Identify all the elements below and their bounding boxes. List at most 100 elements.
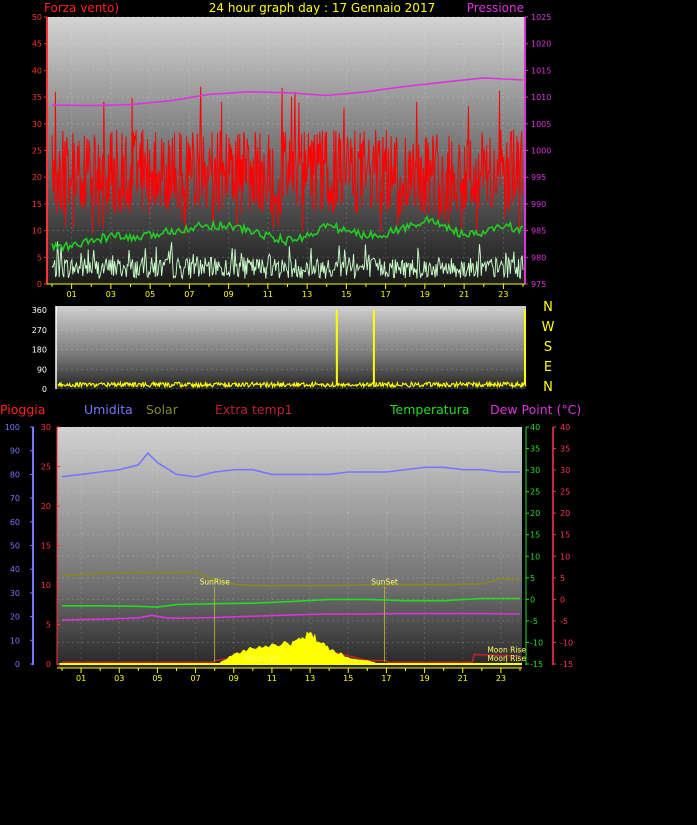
x-tick-label: 11 — [263, 290, 273, 299]
pressure-tick-label: 975 — [531, 280, 546, 289]
x-tick-label: 05 — [145, 290, 155, 299]
temperature-tick-label: -10 — [530, 638, 543, 647]
dew-tick-label: 0 — [560, 595, 565, 604]
x-tick-label: 09 — [224, 290, 234, 299]
legend-temperatura: Temperatura — [389, 402, 469, 417]
pressure-tick-label: 985 — [531, 227, 546, 236]
x-tick-label: 17 — [381, 290, 391, 299]
dew-tick-label: -5 — [560, 617, 568, 626]
wind-pressure-panel: 0510152025303540455097598098599099510001… — [32, 1, 552, 299]
dew-tick-label: -10 — [560, 638, 573, 647]
wind-tick-label: 10 — [32, 227, 42, 236]
temperature-tick-label: 15 — [530, 531, 540, 540]
humidity-tick-label: 80 — [10, 470, 20, 479]
humidity-tick-label: 50 — [10, 542, 20, 551]
wind-tick-label: 0 — [37, 280, 42, 289]
direction-tick-label: 0 — [42, 385, 47, 394]
wind-axis-label: Forza vento) — [44, 1, 119, 15]
temperature-tick-label: -15 — [530, 660, 543, 669]
humidity-tick-label: 70 — [10, 494, 20, 503]
annotation-label: SunRise — [200, 577, 230, 586]
humidity-tick-label: 30 — [10, 589, 20, 598]
wind-tick-label: 50 — [32, 13, 42, 22]
pressure-tick-label: 980 — [531, 253, 546, 262]
rain-tick-label: 15 — [41, 542, 51, 551]
x-tick-label: 01 — [67, 290, 77, 299]
wind-direction-plot-bg — [56, 306, 526, 389]
compass-label: W — [542, 320, 555, 335]
pressure-tick-label: 1000 — [531, 147, 551, 156]
compass-label: S — [544, 340, 552, 355]
temperature-tick-label: 0 — [530, 595, 535, 604]
x-tick-label: 03 — [106, 290, 116, 299]
dew-tick-label: 15 — [560, 531, 570, 540]
x-tick-label: 03 — [114, 674, 124, 683]
dew-tick-label: 30 — [560, 466, 570, 475]
compass-label: N — [543, 300, 553, 315]
x-tick-label: 13 — [305, 674, 315, 683]
rain-tick-label: 5 — [46, 621, 51, 630]
legend: Pioggia Umidita Solar Extra temp1 Temper… — [0, 402, 581, 417]
x-tick-label: 19 — [420, 290, 430, 299]
rain-tick-label: 25 — [41, 463, 51, 472]
humidity-tick-label: 90 — [10, 447, 20, 456]
temperature-humidity-panel: Pioggia Umidita Solar Extra temp1 Temper… — [0, 402, 581, 683]
humidity-tick-label: 20 — [10, 613, 20, 622]
annotation-label: SunSet — [371, 577, 398, 586]
dew-tick-label: 5 — [560, 574, 565, 583]
wind-tick-label: 20 — [32, 173, 42, 182]
legend-pioggia: Pioggia — [0, 402, 45, 417]
wind-tick-label: 45 — [32, 40, 42, 49]
dew-tick-label: 25 — [560, 488, 570, 497]
pressure-tick-label: 1020 — [531, 40, 551, 49]
wind-tick-label: 15 — [32, 200, 42, 209]
x-tick-label: 01 — [76, 674, 86, 683]
temperature-tick-label: 30 — [530, 466, 540, 475]
dew-tick-label: 10 — [560, 552, 570, 561]
direction-tick-label: 180 — [32, 346, 47, 355]
temperature-tick-label: 40 — [530, 423, 540, 432]
annotation-label: Moon Set — [245, 654, 280, 663]
temperature-tick-label: 25 — [530, 488, 540, 497]
direction-tick-label: 270 — [32, 326, 47, 335]
direction-tick-label: 90 — [37, 365, 47, 374]
dew-tick-label: 40 — [560, 423, 570, 432]
legend-solar: Solar — [146, 402, 179, 417]
wind-tick-label: 35 — [32, 93, 42, 102]
pressure-tick-label: 1015 — [531, 66, 551, 75]
weather-charts: 0510152025303540455097598098599099510001… — [0, 1, 581, 683]
x-tick-label: 21 — [458, 674, 468, 683]
humidity-tick-label: 100 — [5, 423, 20, 432]
x-tick-label: 15 — [343, 674, 353, 683]
x-tick-label: 09 — [229, 674, 239, 683]
pressure-tick-label: 1025 — [531, 13, 551, 22]
humidity-tick-label: 60 — [10, 518, 20, 527]
wind-direction-panel: 090180270360 NWSEN — [32, 300, 555, 395]
x-tick-label: 13 — [302, 290, 312, 299]
pressure-axis-label: Pressione — [467, 1, 524, 15]
humidity-tick-label: 0 — [15, 660, 20, 669]
humidity-tick-label: 40 — [10, 565, 20, 574]
dew-tick-label: 20 — [560, 509, 570, 518]
legend-umidita: Umidita — [84, 402, 133, 417]
wind-tick-label: 40 — [32, 66, 42, 75]
x-tick-label: 23 — [496, 674, 506, 683]
temperature-plot-bg — [57, 427, 522, 668]
temperature-tick-label: 10 — [530, 552, 540, 561]
temperature-tick-label: -5 — [530, 617, 538, 626]
pressure-tick-label: 1010 — [531, 93, 551, 102]
compass-label: E — [544, 360, 552, 375]
chart-title: 24 hour graph day : 17 Gennaio 2017 — [209, 1, 435, 15]
dew-tick-label: -15 — [560, 660, 573, 669]
wind-tick-label: 5 — [37, 253, 42, 262]
x-tick-label: 21 — [459, 290, 469, 299]
x-tick-label: 05 — [152, 674, 162, 683]
x-tick-label: 07 — [184, 290, 194, 299]
x-tick-label: 23 — [498, 290, 508, 299]
x-tick-label: 07 — [190, 674, 200, 683]
dew-tick-label: 35 — [560, 445, 570, 454]
temperature-tick-label: 35 — [530, 445, 540, 454]
direction-tick-label: 360 — [32, 306, 47, 315]
compass-label: N — [543, 380, 553, 395]
legend-dew-point: Dew Point (°C) — [490, 402, 581, 417]
